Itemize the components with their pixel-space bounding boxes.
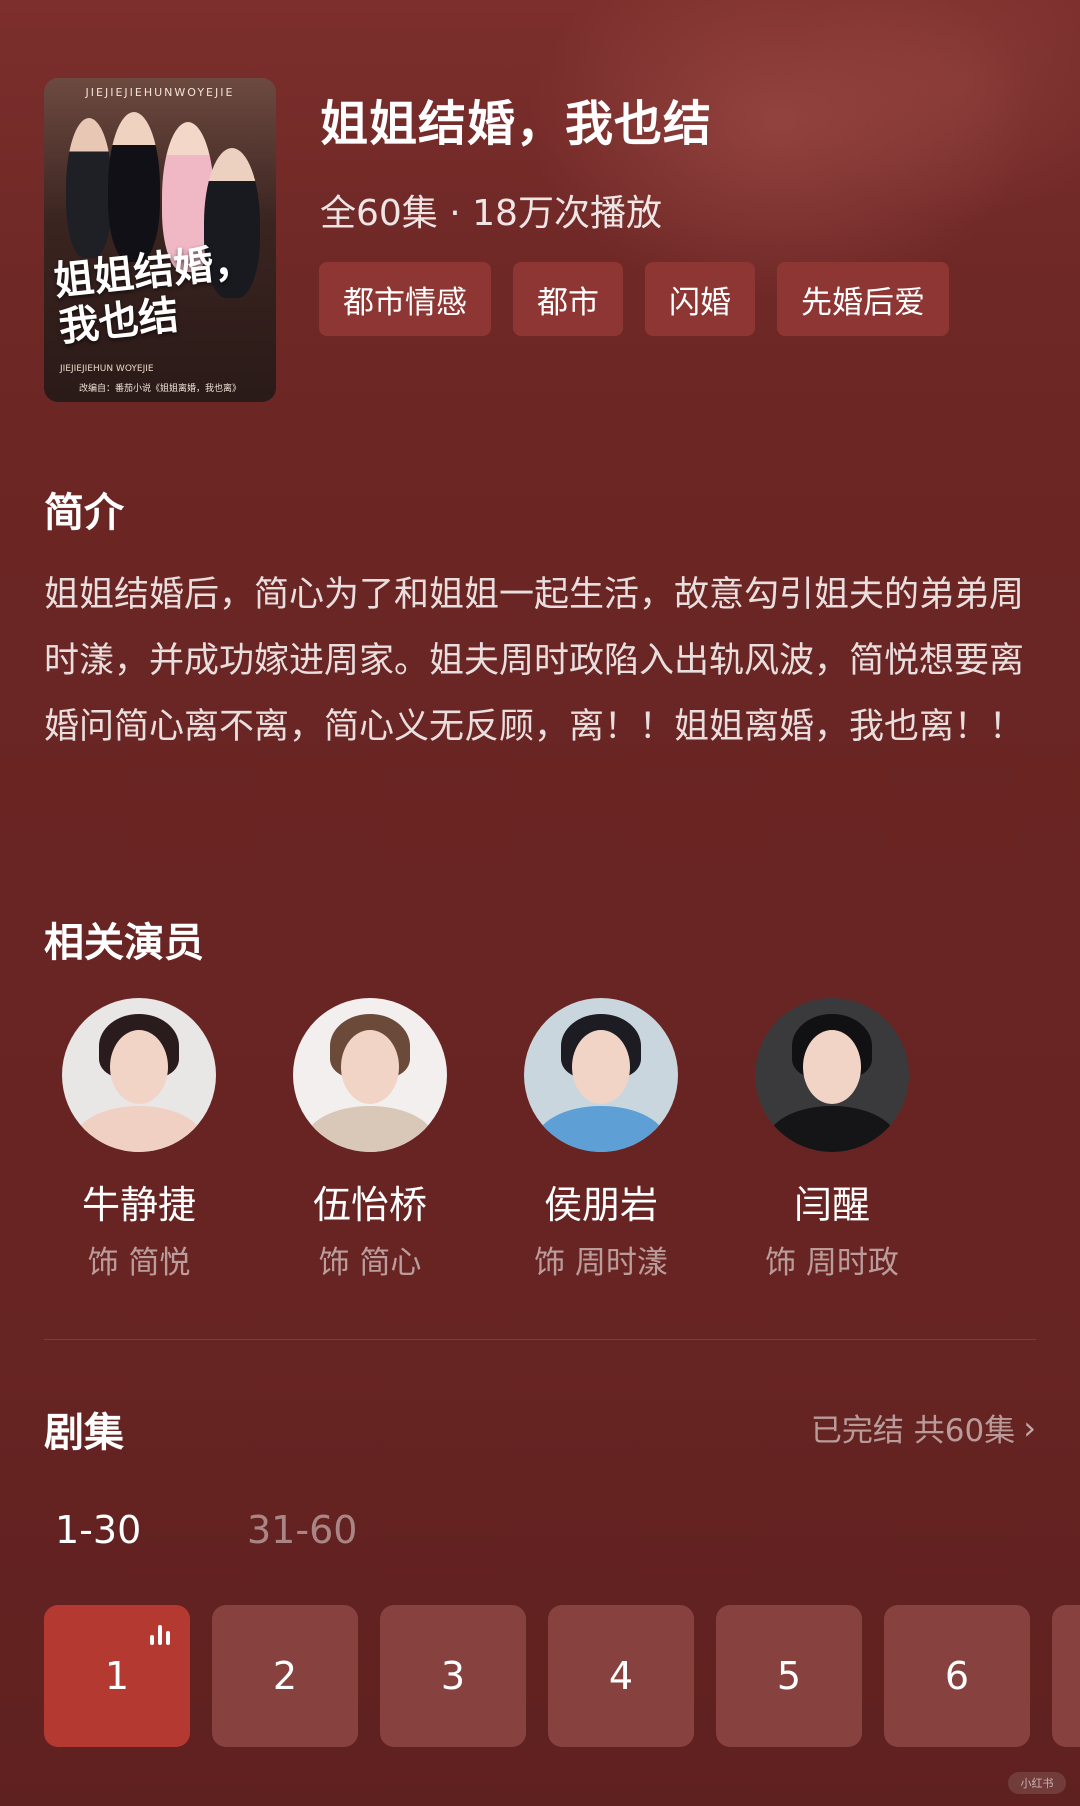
episode-button-partial[interactable] xyxy=(1052,1605,1080,1747)
actor-name: 闫醒 xyxy=(793,1183,870,1227)
episode-range-tab[interactable]: 31-60 xyxy=(247,1508,357,1552)
actor-card[interactable]: 闫醒 饰 周时政 xyxy=(737,998,927,1282)
episode-button[interactable]: 3 xyxy=(380,1605,526,1747)
episodes-status-link[interactable]: 已完结 共60集 › xyxy=(811,1405,1036,1450)
tag[interactable]: 都市 xyxy=(513,262,623,336)
episode-range-tab[interactable]: 1-30 xyxy=(55,1508,141,1552)
actor-name: 侯朋岩 xyxy=(543,1183,658,1227)
episodes-status: 已完结 共60集 xyxy=(810,1413,1016,1449)
watermark: 小红书 xyxy=(1008,1772,1066,1794)
cast-list: 牛静捷 饰 简悦 伍怡桥 饰 简心 侯朋岩 饰 周时漾 闫醒 饰 周时政 xyxy=(44,998,1044,1288)
synopsis-heading: 简介 xyxy=(44,490,124,536)
episode-button[interactable]: 2 xyxy=(212,1605,358,1747)
cast-heading: 相关演员 xyxy=(44,920,204,966)
poster-caption: JIEJIEJIEHUNWOYEJIE xyxy=(85,86,235,99)
synopsis-text: 姐姐结婚后，简心为了和姐姐一起生活，故意勾引姐夫的弟弟周时漾，并成功嫁进周家。姐… xyxy=(44,575,1025,747)
tag[interactable]: 闪婚 xyxy=(645,262,755,336)
actor-name: 伍怡桥 xyxy=(312,1183,427,1227)
actor-card[interactable]: 侯朋岩 饰 周时漾 xyxy=(506,998,696,1282)
actor-card[interactable]: 伍怡桥 饰 简心 xyxy=(275,998,465,1282)
episode-button[interactable]: 1 xyxy=(44,1605,190,1747)
actor-name: 牛静捷 xyxy=(81,1183,196,1227)
episode-number: 6 xyxy=(944,1654,970,1698)
actor-avatar xyxy=(293,998,447,1152)
tag[interactable]: 先婚后爱 xyxy=(777,262,949,336)
episode-button[interactable]: 5 xyxy=(716,1605,862,1747)
drama-meta: 全60集 · 18万次播放 xyxy=(320,193,662,234)
tag[interactable]: 都市情感 xyxy=(319,262,491,336)
actor-avatar xyxy=(524,998,678,1152)
poster-footer: 改编自：番茄小说《姐姐离婚，我也离》 xyxy=(78,384,241,394)
episode-number: 1 xyxy=(104,1654,130,1698)
actor-role: 饰 简心 xyxy=(318,1245,422,1281)
actor-card[interactable]: 牛静捷 饰 简悦 xyxy=(44,998,234,1282)
actor-avatar xyxy=(755,998,909,1152)
actor-role: 饰 周时漾 xyxy=(534,1245,668,1281)
actor-avatar xyxy=(62,998,216,1152)
poster-title-art: 姐姐结婚，我也结 xyxy=(51,237,256,351)
episode-number: 5 xyxy=(776,1654,802,1698)
drama-title: 姐姐结婚，我也结 xyxy=(320,96,713,152)
drama-poster[interactable]: JIEJIEJIEHUNWOYEJIE 姐姐结婚，我也结 JIEJIEJIEHU… xyxy=(44,78,276,402)
episode-button[interactable]: 6 xyxy=(884,1605,1030,1747)
episode-number: 3 xyxy=(440,1654,466,1698)
poster-figure xyxy=(108,112,160,262)
chevron-right-icon: › xyxy=(1023,1408,1036,1447)
episode-button[interactable]: 4 xyxy=(548,1605,694,1747)
episode-list: 1 2 3 4 5 6 xyxy=(44,1605,1080,1747)
section-divider xyxy=(44,1339,1036,1340)
episodes-heading: 剧集 xyxy=(44,1410,124,1456)
tag-list: 都市情感 都市 闪婚 先婚后爱 xyxy=(319,262,949,336)
poster-subtitle-art: JIEJIEJIEHUN WOYEJIE xyxy=(60,364,154,374)
poster-figure xyxy=(66,118,112,258)
episode-number: 4 xyxy=(608,1654,634,1698)
actor-role: 饰 周时政 xyxy=(765,1245,899,1281)
playing-bars-icon xyxy=(150,1623,176,1645)
actor-role: 饰 简悦 xyxy=(87,1245,191,1281)
episode-number: 2 xyxy=(272,1654,298,1698)
